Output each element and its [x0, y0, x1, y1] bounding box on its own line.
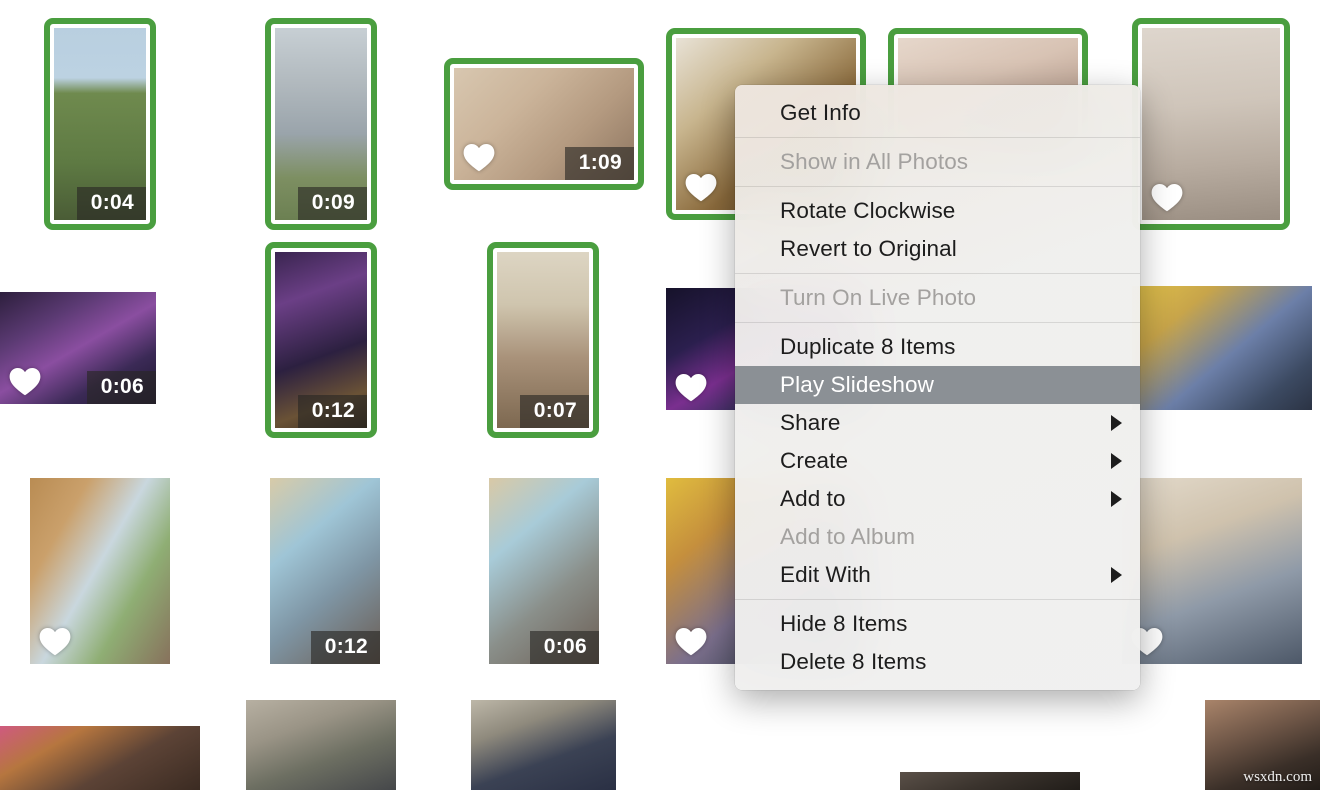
menu-item-add-to[interactable]: Add to: [735, 480, 1140, 518]
photo-thumbnail[interactable]: [30, 478, 170, 664]
photo-thumbnail[interactable]: 1:09: [444, 58, 644, 190]
context-menu[interactable]: Get Info Show in All Photos Rotate Clockwi…: [735, 85, 1140, 690]
menu-item-label: Add to Album: [780, 524, 916, 549]
photo-thumbnail[interactable]: 0:12: [265, 242, 377, 438]
photo-image: 1:09: [454, 68, 634, 180]
submenu-arrow-icon: [1111, 415, 1122, 431]
menu-item-label: Add to: [780, 486, 846, 511]
photo-image: [1132, 286, 1312, 410]
photo-thumbnail[interactable]: [1132, 18, 1290, 230]
photo-image: 0:06: [0, 292, 156, 404]
photo-image: 0:07: [497, 252, 589, 428]
photo-thumbnail[interactable]: [900, 772, 1080, 790]
photo-image: 0:09: [275, 28, 367, 220]
submenu-arrow-icon: [1111, 567, 1122, 583]
menu-item-label: Create: [780, 448, 849, 473]
menu-item-turn-on-live-photo: Turn On Live Photo: [735, 279, 1140, 317]
menu-item-rotate-clockwise[interactable]: Rotate Clockwise: [735, 192, 1140, 230]
menu-item-label: Hide 8 Items: [780, 611, 908, 636]
photo-thumbnail[interactable]: [471, 700, 616, 790]
watermark: wsxdn.com: [1243, 769, 1312, 785]
photo-image: 0:06: [489, 478, 599, 664]
menu-item-label: Play Slideshow: [780, 372, 934, 397]
video-duration-badge: 0:09: [297, 187, 367, 220]
menu-item-label: Turn On Live Photo: [780, 285, 977, 310]
menu-item-get-info[interactable]: Get Info: [735, 94, 1140, 132]
submenu-arrow-icon: [1111, 453, 1122, 469]
photo-thumbnail[interactable]: [1132, 286, 1312, 410]
photo-thumbnail[interactable]: [0, 726, 200, 790]
menu-item-label: Rotate Clockwise: [780, 198, 956, 223]
video-duration-badge: 0:06: [86, 371, 156, 404]
photo-image: [900, 772, 1080, 790]
photo-image: 0:04: [54, 28, 146, 220]
menu-item-label: Show in All Photos: [780, 149, 969, 174]
photo-thumbnail[interactable]: 0:07: [487, 242, 599, 438]
menu-separator: [735, 599, 1140, 600]
menu-item-delete-items[interactable]: Delete 8 Items: [735, 643, 1140, 681]
video-duration-badge: 0:12: [297, 395, 367, 428]
photo-image: [471, 700, 616, 790]
photo-image: [0, 726, 200, 790]
submenu-arrow-icon: [1111, 491, 1122, 507]
menu-separator: [735, 186, 1140, 187]
photo-thumbnail[interactable]: [1122, 478, 1302, 664]
menu-item-play-slideshow[interactable]: Play Slideshow: [735, 366, 1140, 404]
video-duration-badge: 0:12: [310, 631, 380, 664]
menu-item-label: Edit With: [780, 562, 871, 587]
menu-item-label: Duplicate 8 Items: [780, 334, 956, 359]
menu-separator: [735, 322, 1140, 323]
menu-item-duplicate-items[interactable]: Duplicate 8 Items: [735, 328, 1140, 366]
photo-thumbnail[interactable]: [246, 700, 396, 790]
photo-thumbnail[interactable]: 0:04: [44, 18, 156, 230]
photo-image: [246, 700, 396, 790]
photo-thumbnail[interactable]: 0:12: [270, 478, 380, 664]
photo-thumbnail[interactable]: 0:09: [265, 18, 377, 230]
menu-separator: [735, 273, 1140, 274]
menu-item-share[interactable]: Share: [735, 404, 1140, 442]
menu-separator: [735, 137, 1140, 138]
menu-item-show-in-all-photos: Show in All Photos: [735, 143, 1140, 181]
menu-item-revert-to-original[interactable]: Revert to Original: [735, 230, 1140, 268]
menu-item-add-to-album: Add to Album: [735, 518, 1140, 556]
menu-item-hide-items[interactable]: Hide 8 Items: [735, 605, 1140, 643]
video-duration-badge: 0:04: [76, 187, 146, 220]
photo-image: [1122, 478, 1302, 664]
photos-app-window: 0:04 0:09 1:09 0:06 0:12 0:07 0:12 0:06 Get Inf…: [0, 0, 1320, 790]
menu-item-create[interactable]: Create: [735, 442, 1140, 480]
menu-item-label: Get Info: [780, 100, 861, 125]
video-duration-badge: 0:07: [519, 395, 589, 428]
photo-image: [1142, 28, 1280, 220]
photo-thumbnail[interactable]: 0:06: [0, 292, 156, 404]
photo-image: 0:12: [270, 478, 380, 664]
video-duration-badge: 0:06: [529, 631, 599, 664]
video-duration-badge: 1:09: [564, 147, 634, 180]
menu-item-label: Revert to Original: [780, 236, 957, 261]
menu-item-label: Share: [780, 410, 841, 435]
photo-image: 0:12: [275, 252, 367, 428]
photo-image: [30, 478, 170, 664]
menu-item-edit-with[interactable]: Edit With: [735, 556, 1140, 594]
photo-thumbnail[interactable]: 0:06: [489, 478, 599, 664]
menu-item-label: Delete 8 Items: [780, 649, 927, 674]
